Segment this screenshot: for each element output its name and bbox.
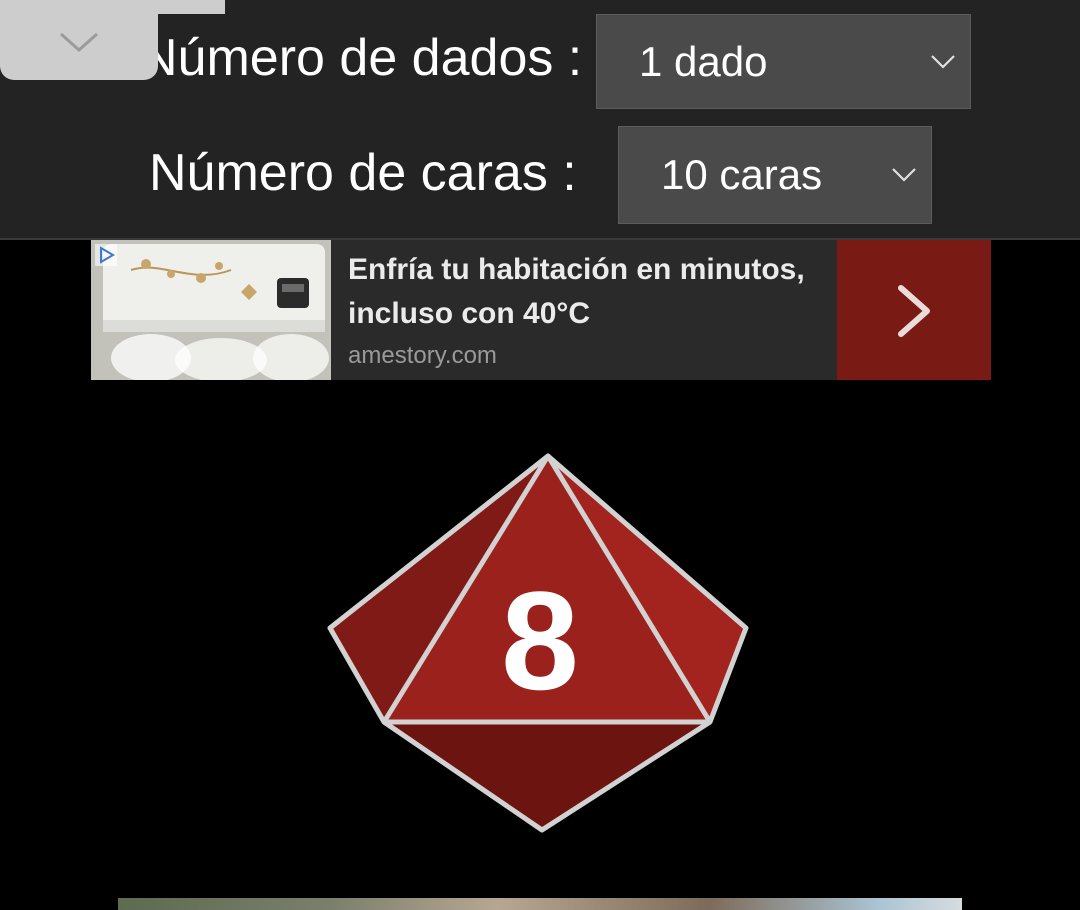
dice-roller-page: Número de dados : 1 dado Número de caras… <box>0 0 1080 910</box>
face-count-select[interactable]: 10 caras <box>618 126 932 224</box>
face-count-label: Número de caras : <box>149 144 577 202</box>
air-conditioner-image <box>91 240 331 380</box>
chevron-down-icon <box>60 32 98 53</box>
collapse-settings-button[interactable] <box>0 0 225 80</box>
ad-open-button[interactable] <box>837 240 991 380</box>
settings-panel: Número de dados : 1 dado Número de caras… <box>0 0 1080 240</box>
ad-banner[interactable]: Enfría tu habitación en minutos, incluso… <box>91 240 991 380</box>
ad-text[interactable]: Enfría tu habitación en minutos, incluso… <box>348 248 828 370</box>
die-result-number: 8 <box>501 562 579 719</box>
face-count-value: 10 caras <box>661 151 823 198</box>
dice-count-value: 1 dado <box>639 37 768 85</box>
ad-domain[interactable]: amestory.com <box>348 342 828 370</box>
collapse-tab-strip <box>0 0 225 14</box>
adchoices-icon[interactable] <box>95 244 117 266</box>
chevron-down-icon <box>892 168 916 182</box>
dice-count-label: Número de dados : <box>140 29 583 87</box>
dice-count-select[interactable]: 1 dado <box>596 14 971 109</box>
die-result[interactable]: 8 <box>320 446 760 846</box>
chevron-right-icon <box>898 285 930 337</box>
chevron-down-icon <box>931 54 955 69</box>
ad-headline[interactable]: Enfría tu habitación en minutos, incluso… <box>348 248 828 336</box>
bottom-ad-image[interactable] <box>118 898 962 910</box>
ad-image[interactable] <box>91 240 331 380</box>
